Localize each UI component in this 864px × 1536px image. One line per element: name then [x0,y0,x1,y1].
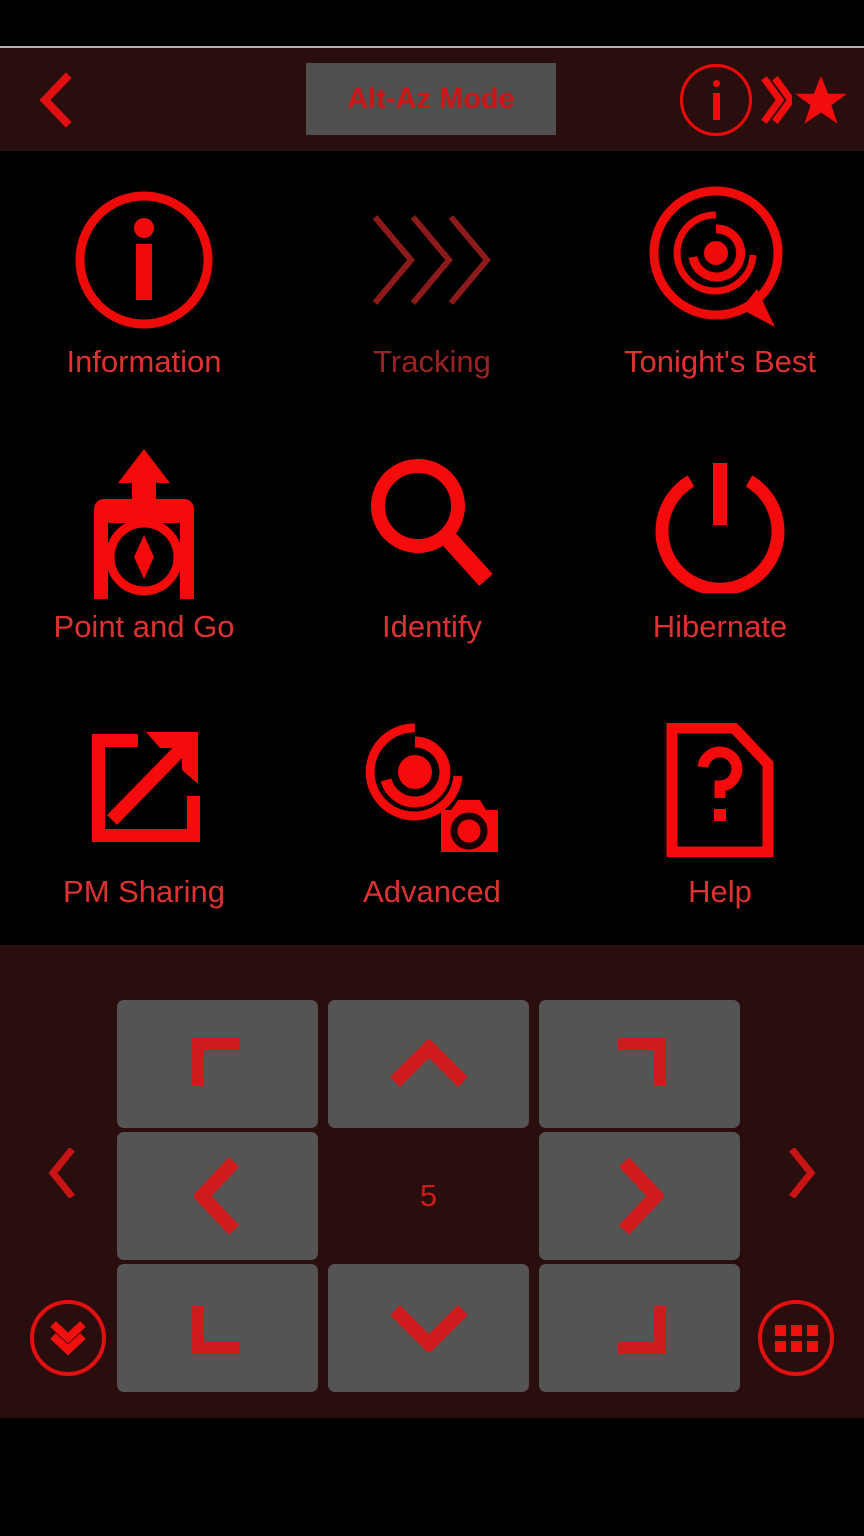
info-dot [712,79,720,87]
menu-item-information[interactable]: Information [0,151,288,416]
power-icon [655,462,785,593]
corner-top-left-icon [191,1038,240,1086]
menu-item-tracking[interactable]: Tracking [288,151,576,416]
dpad-right-button[interactable] [539,1132,740,1260]
chevron-up-icon [389,1040,468,1087]
info-stem [712,92,720,120]
dpad-panel: 5 [0,945,864,1418]
status-bar [0,0,864,46]
dpad-down-button[interactable] [328,1264,529,1392]
triple-chevron-icon [372,215,491,306]
icon-wrap [576,180,864,340]
corner-bottom-left-icon [191,1306,240,1354]
previous-page-button[interactable] [48,1147,76,1203]
document-question-icon [666,722,774,857]
direction-pad: 5 [117,1000,746,1396]
menu-item-pm-sharing[interactable]: PM Sharing [0,680,288,945]
system-nav-bar [0,1418,864,1536]
corner-top-right-icon [617,1038,666,1086]
next-page-button[interactable] [788,1147,816,1203]
chevron-right-icon [618,1157,664,1235]
menu-item-label: Tracking [373,344,491,380]
info-circle-icon[interactable] [680,63,752,136]
menu-item-label: Tonight's Best [623,344,817,380]
dpad-speed-indicator: 5 [419,1178,438,1213]
menu-item-help[interactable]: Help [576,680,864,945]
menu-item-tonights-best[interactable]: Tonight's Best [576,151,864,416]
corner-bottom-right-icon [617,1306,666,1354]
icon-wrap [0,180,288,340]
menu-item-hibernate[interactable]: Hibernate [576,416,864,681]
menu-item-label: Advanced [363,873,501,909]
double-chevron-right-icon [761,75,792,124]
icon-wrap [288,180,576,340]
grid-cell [806,1340,818,1352]
chevron-right-icon [789,1147,816,1199]
menu-item-label: Hibernate [652,608,788,644]
dpad-left-button[interactable] [117,1132,318,1260]
main-menu-grid: Information Tracking Tonight's Best Poin… [0,151,864,945]
collapse-panel-button[interactable] [30,1300,106,1376]
dpad-up-button[interactable] [328,1000,529,1128]
phone-compass-icon [94,448,194,599]
icon-wrap [576,445,864,605]
icon-wrap [0,445,288,605]
dpad-corner-bottom-right-button[interactable] [539,1264,740,1392]
menu-item-identify[interactable]: Identify [288,416,576,681]
galaxy-camera-icon [365,723,498,852]
star-icon [795,75,847,124]
screen-root: Alt-Az Mode Information Tracking Tonight… [0,0,864,1536]
menu-item-label: Help [688,873,752,909]
menu-item-label: PM Sharing [63,873,225,909]
menu-item-point-and-go[interactable]: Point and Go [0,416,288,681]
grid-cell [806,1324,818,1336]
chevron-left-icon [39,71,72,128]
menu-item-label: Identify [382,608,482,644]
keypad-button[interactable] [758,1300,834,1376]
back-button[interactable] [0,48,112,151]
icon-wrap [576,710,864,870]
icon-wrap [288,445,576,605]
mode-button-label: Alt-Az Mode [347,82,515,115]
grid-cell [774,1324,786,1336]
grid-cell [774,1340,786,1352]
info-circle-icon [75,191,213,329]
double-chevron-down-icon [50,1321,86,1356]
dpad-corner-top-left-button[interactable] [117,1000,318,1128]
dpad-corner-top-right-button[interactable] [539,1000,740,1128]
grid-apps-icon [774,1324,818,1352]
menu-item-label: Point and Go [53,608,235,644]
mode-button[interactable]: Alt-Az Mode [306,63,556,135]
galaxy-bubble-icon [649,186,783,328]
header-actions [680,48,856,151]
dpad-corner-bottom-left-button[interactable] [117,1264,318,1392]
grid-cell [790,1340,802,1352]
magnifier-icon [371,458,493,587]
grid-cell [790,1324,802,1336]
chevron-left-icon [48,1147,75,1199]
share-external-icon [92,731,200,842]
chevron-down-icon [389,1305,468,1352]
app-header: Alt-Az Mode [0,48,864,151]
icon-wrap [288,710,576,870]
menu-item-label: Information [66,344,222,380]
menu-item-advanced[interactable]: Advanced [288,680,576,945]
chevron-left-icon [193,1157,239,1235]
chevron-star-icon[interactable] [760,73,856,127]
icon-wrap [0,710,288,870]
